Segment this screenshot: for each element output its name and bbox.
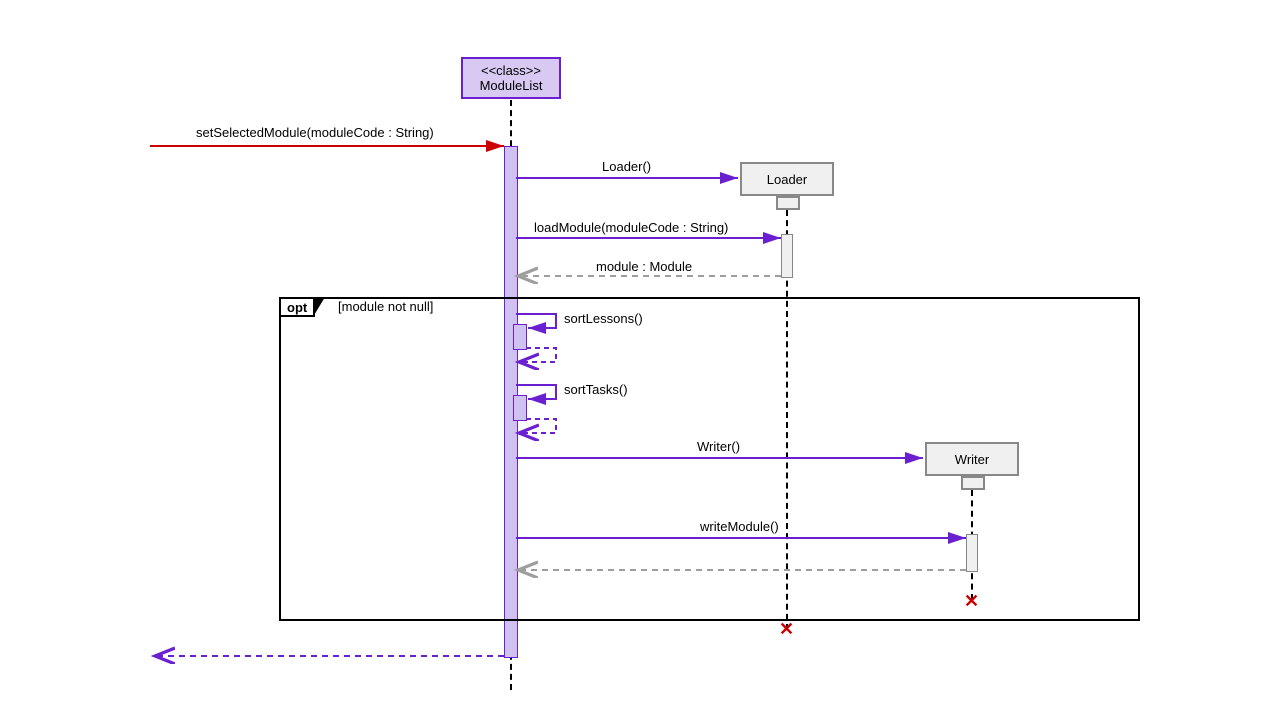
activation-loader-loadmodule xyxy=(781,234,793,278)
sequence-diagram: <<class>> ModuleList Loader Writer opt [… xyxy=(0,0,1280,720)
msg-writer-ctor: Writer() xyxy=(697,439,740,454)
msg-writemodule: writeModule() xyxy=(700,519,779,534)
msg-module-return: module : Module xyxy=(596,259,692,274)
opt-frame-label: opt xyxy=(279,297,315,317)
msg-sortlessons: sortLessons() xyxy=(564,311,643,326)
participant-loader: Loader xyxy=(740,162,834,196)
msg-setselectedmodule: setSelectedModule(moduleCode : String) xyxy=(196,125,434,140)
participant-name: ModuleList xyxy=(473,78,549,93)
participant-modulelist: <<class>> ModuleList xyxy=(461,57,561,99)
destroy-writer-icon: ✕ xyxy=(964,592,979,610)
msg-loader-ctor: Loader() xyxy=(602,159,651,174)
msg-loadmodule: loadModule(moduleCode : String) xyxy=(534,220,728,235)
participant-stereotype: <<class>> xyxy=(473,63,549,78)
activation-sortlessons xyxy=(513,324,527,350)
destroy-loader-icon: ✕ xyxy=(779,620,794,638)
activation-sorttasks xyxy=(513,395,527,421)
opt-frame-type: opt xyxy=(287,300,307,315)
opt-frame-guard: [module not null] xyxy=(338,299,433,314)
msg-sorttasks: sortTasks() xyxy=(564,382,628,397)
opt-frame xyxy=(279,297,1140,621)
participant-name: Loader xyxy=(767,172,807,187)
loader-head-tail xyxy=(776,196,800,210)
